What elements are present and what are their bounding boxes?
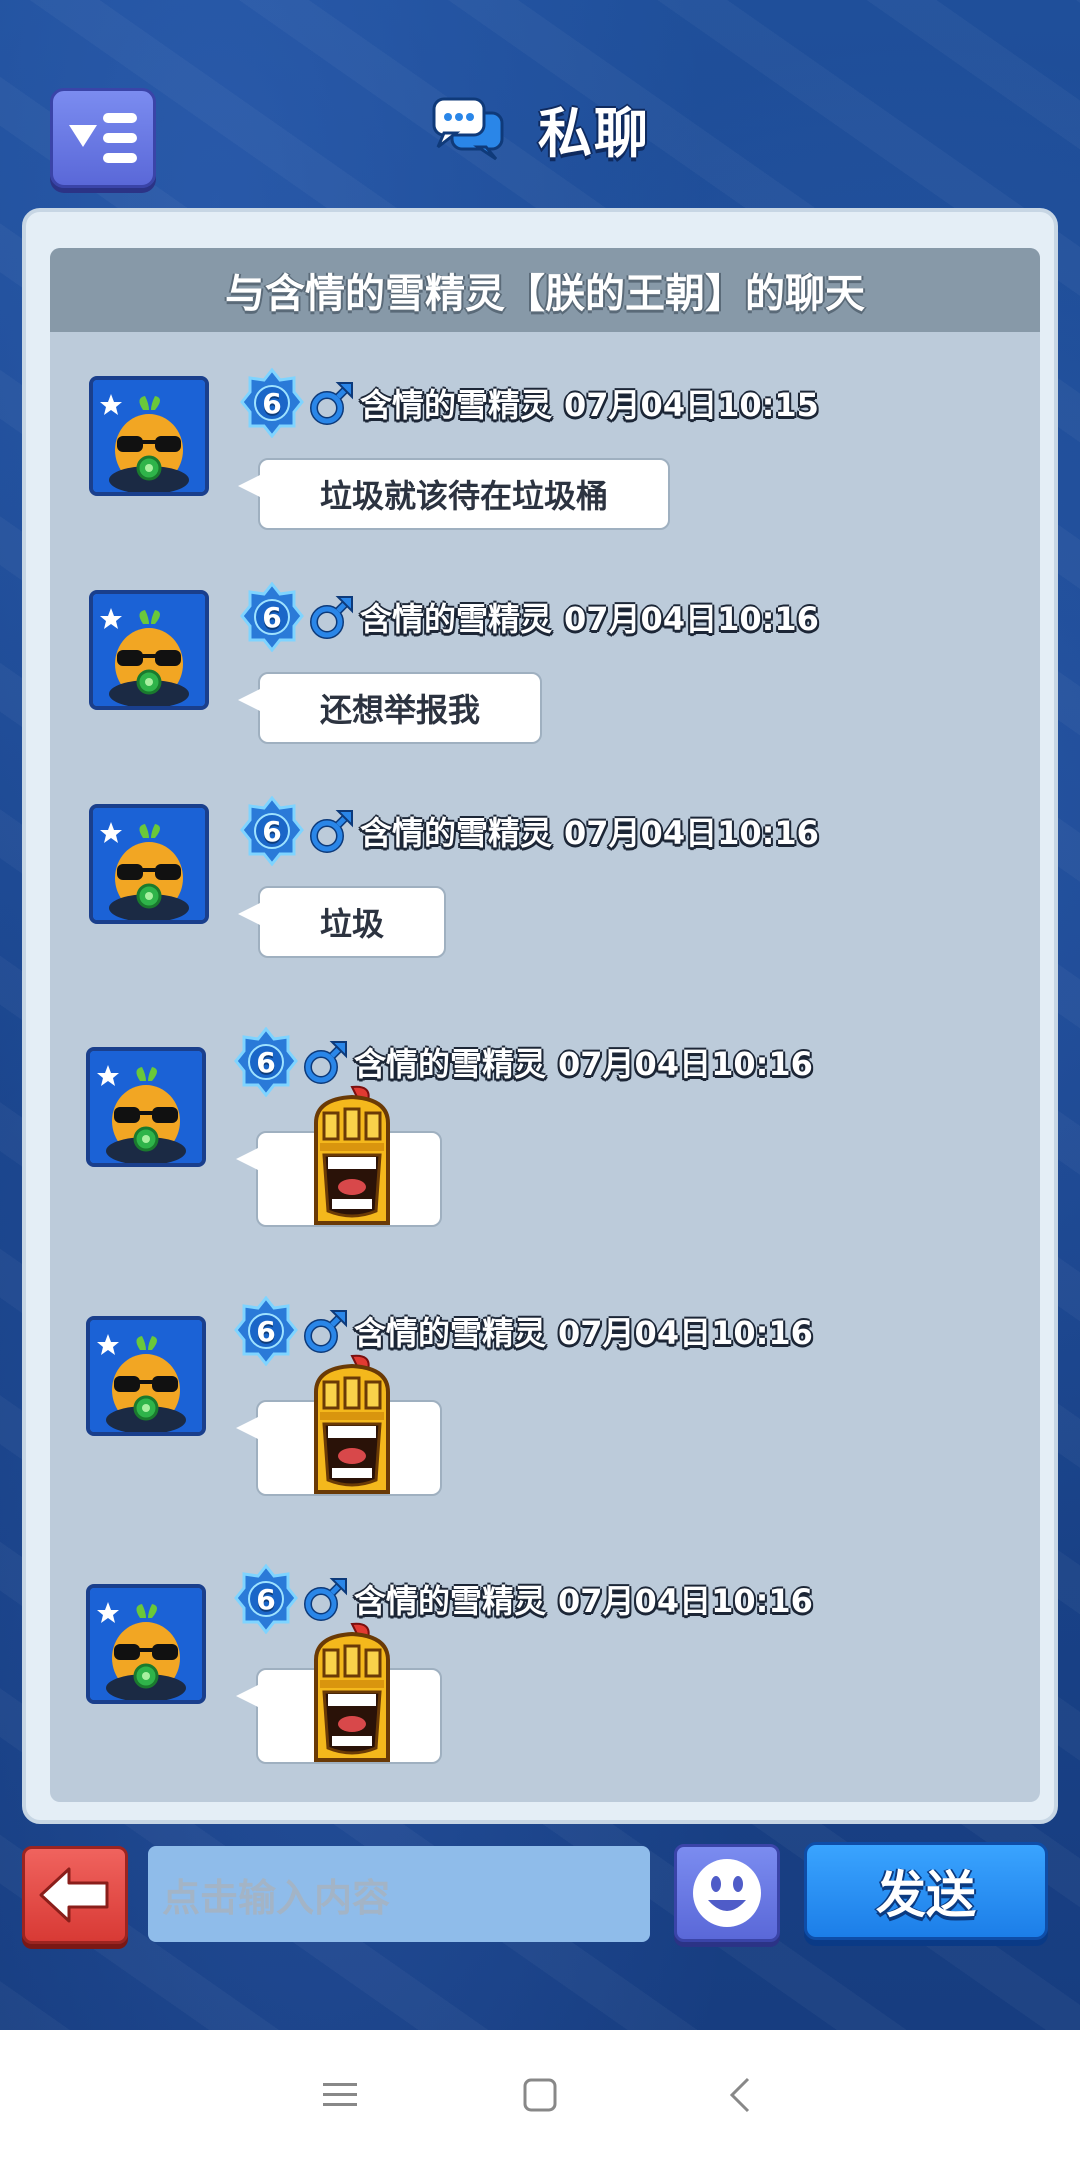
sender-nickname[interactable]: 含情的雪精灵 xyxy=(360,600,552,638)
back-button[interactable] xyxy=(22,1846,128,1944)
player-avatar-image xyxy=(90,1051,202,1163)
level-number: 6 xyxy=(262,386,282,420)
player-avatar-image xyxy=(93,808,205,920)
player-avatar[interactable] xyxy=(89,804,209,924)
player-avatar[interactable] xyxy=(86,1584,206,1704)
player-avatar[interactable] xyxy=(89,376,209,496)
gender-indicator xyxy=(308,807,356,855)
chat-bubbles-icon xyxy=(432,97,504,161)
page-title: 私聊 xyxy=(538,101,650,165)
message-timestamp: 07月04日10:16 xyxy=(558,1582,813,1620)
sender-nickname[interactable]: 含情的雪精灵 xyxy=(354,1045,546,1083)
home-square-icon xyxy=(523,2078,557,2112)
player-avatar-image xyxy=(93,380,205,492)
level-badge: 6 xyxy=(240,796,304,866)
recent-apps-button[interactable] xyxy=(310,2065,370,2125)
male-icon xyxy=(304,1041,347,1084)
laughing-knight-sticker xyxy=(314,1622,390,1762)
home-button[interactable] xyxy=(510,2065,570,2125)
player-avatar-image xyxy=(93,594,205,706)
gender-indicator xyxy=(302,1575,350,1623)
level-number: 6 xyxy=(262,814,282,848)
sticker-bubble[interactable] xyxy=(236,1354,442,1496)
male-icon xyxy=(310,596,353,639)
sticker-bubble[interactable] xyxy=(236,1622,442,1764)
message-input[interactable]: 点击输入内容 xyxy=(148,1846,650,1942)
sender-info: 含情的雪精灵 07月04日10:16 xyxy=(354,1308,813,1354)
level-number: 6 xyxy=(256,1314,276,1348)
menu-lines-icon xyxy=(323,2083,357,2106)
back-arrow-icon xyxy=(39,1867,109,1923)
message-timestamp: 07月04日10:16 xyxy=(564,600,819,638)
message-header: 6 含情的雪精灵 07月04日10:15 xyxy=(240,368,819,438)
sender-info: 含情的雪精灵 07月04日10:16 xyxy=(354,1576,813,1622)
level-badge: 6 xyxy=(234,1027,298,1097)
sender-info: 含情的雪精灵 07月04日10:16 xyxy=(360,808,819,854)
level-badge: 6 xyxy=(240,582,304,652)
gender-indicator xyxy=(302,1307,350,1355)
sticker-image xyxy=(302,1620,402,1764)
message-bubble[interactable]: 垃圾就该待在垃圾桶 xyxy=(237,458,671,530)
gender-indicator xyxy=(308,593,356,641)
sticker-bubble[interactable] xyxy=(236,1085,442,1227)
level-badge: 6 xyxy=(234,1296,298,1366)
level-number: 6 xyxy=(262,600,282,634)
gender-indicator xyxy=(302,1038,350,1086)
player-avatar-image xyxy=(90,1320,202,1432)
message-header: 6 含情的雪精灵 07月04日10:16 xyxy=(240,582,819,652)
sticker-image xyxy=(302,1083,402,1227)
page-header: 私聊 xyxy=(0,88,1080,168)
sender-nickname[interactable]: 含情的雪精灵 xyxy=(360,814,552,852)
sender-info: 含情的雪精灵 07月04日10:15 xyxy=(360,380,819,426)
player-avatar[interactable] xyxy=(86,1316,206,1436)
male-icon xyxy=(310,810,353,853)
level-number: 6 xyxy=(256,1582,276,1616)
sender-nickname[interactable]: 含情的雪精灵 xyxy=(360,386,552,424)
male-icon xyxy=(304,1578,347,1621)
chevron-left-icon xyxy=(729,2077,750,2113)
laughing-knight-sticker xyxy=(314,1085,390,1225)
message-timestamp: 07月04日10:16 xyxy=(564,814,819,852)
sender-nickname[interactable]: 含情的雪精灵 xyxy=(354,1314,546,1352)
male-icon xyxy=(310,382,353,425)
smiley-icon xyxy=(693,1859,761,1927)
player-avatar-image xyxy=(90,1588,202,1700)
send-button[interactable]: 发送 xyxy=(804,1842,1048,1940)
emoji-button[interactable] xyxy=(674,1844,780,1942)
message-header: 6 含情的雪精灵 07月04日10:16 xyxy=(240,796,819,866)
male-icon xyxy=(304,1310,347,1353)
message-timestamp: 07月04日10:15 xyxy=(564,386,819,424)
gender-indicator xyxy=(308,379,356,427)
sticker-image xyxy=(302,1352,402,1496)
system-back-button[interactable] xyxy=(710,2065,770,2125)
message-bubble[interactable]: 垃圾 xyxy=(237,886,447,958)
sender-nickname[interactable]: 含情的雪精灵 xyxy=(354,1582,546,1620)
player-avatar[interactable] xyxy=(86,1047,206,1167)
player-avatar[interactable] xyxy=(89,590,209,710)
sender-info: 含情的雪精灵 07月04日10:16 xyxy=(354,1039,813,1085)
chat-title-bar: 与含情的雪精灵【朕的王朝】的聊天 xyxy=(50,248,1040,332)
message-timestamp: 07月04日10:16 xyxy=(558,1045,813,1083)
message-timestamp: 07月04日10:16 xyxy=(558,1314,813,1352)
chat-title: 与含情的雪精灵【朕的王朝】的聊天 xyxy=(225,271,865,317)
level-number: 6 xyxy=(256,1045,276,1079)
sender-info: 含情的雪精灵 07月04日10:16 xyxy=(360,594,819,640)
message-input-placeholder: 点击输入内容 xyxy=(162,1875,391,1920)
message-bubble[interactable]: 还想举报我 xyxy=(237,672,543,744)
level-badge: 6 xyxy=(234,1564,298,1634)
laughing-knight-sticker xyxy=(314,1354,390,1494)
system-navigation-bar xyxy=(0,2030,1080,2160)
level-badge: 6 xyxy=(240,368,304,438)
